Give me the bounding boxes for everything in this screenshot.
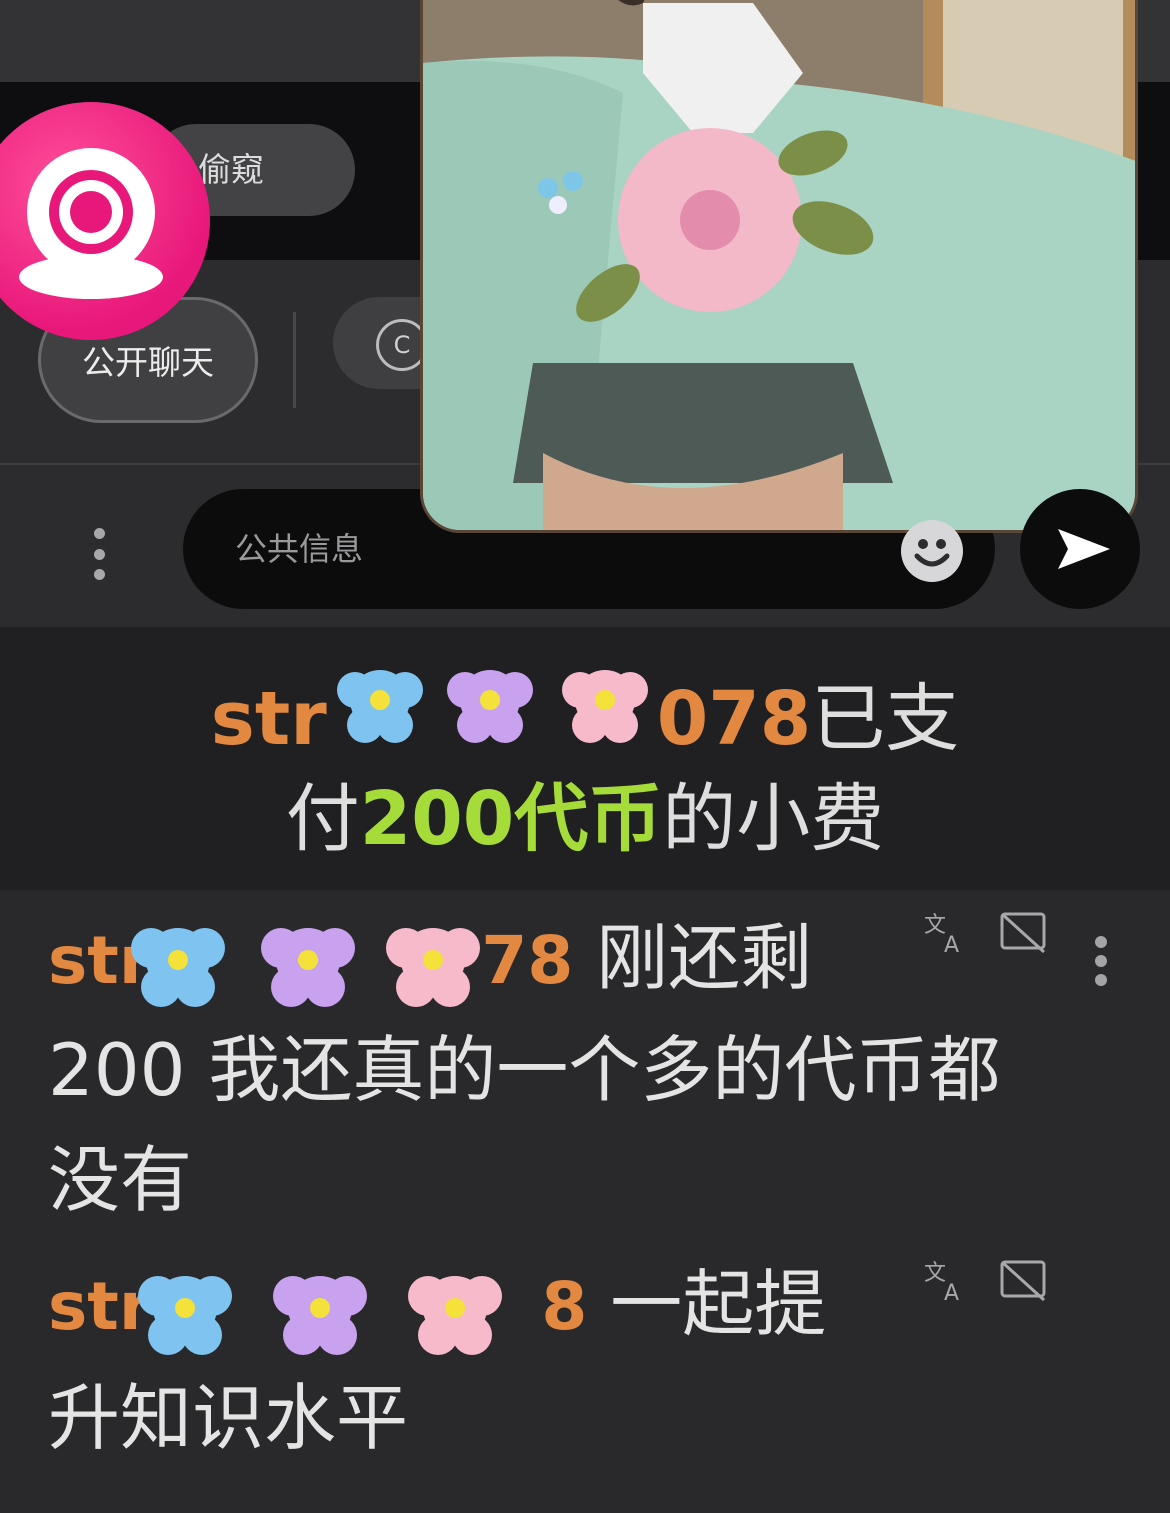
more-options-icon[interactable] [86, 528, 112, 580]
message-text: 一起提 [610, 1262, 827, 1346]
svg-text:A: A [944, 1281, 959, 1306]
tip-line-2: 付200代币的小费 [0, 769, 1170, 869]
message-line: 没有 [48, 1138, 193, 1222]
svg-text:A: A [944, 933, 959, 958]
tip-username-prefix: str [210, 676, 327, 762]
tip-text-end: 的小费 [662, 776, 885, 862]
translate-icon[interactable]: 文 A [922, 908, 972, 958]
tip-amount: 200代币 [359, 776, 663, 862]
translate-icon[interactable]: 文 A [922, 1256, 972, 1306]
video-preview[interactable] [420, 0, 1138, 533]
redaction-sticker [131, 928, 480, 1007]
message-line: 200 我还真的一个多的代币都 [48, 1028, 1001, 1112]
redaction-sticker [138, 1276, 502, 1355]
hide-translation-icon[interactable] [998, 1256, 1048, 1306]
svg-text:文: 文 [924, 1261, 946, 1286]
message-username-suffix: 78 [481, 922, 574, 999]
redaction-sticker [337, 670, 648, 743]
svg-text:文: 文 [924, 913, 946, 938]
tab-public-chat-label: 公开聊天 [82, 343, 214, 382]
message-menu-icon[interactable] [1094, 936, 1108, 986]
tab-separator [293, 312, 296, 408]
message-text: 刚还剩 [596, 916, 813, 1000]
tip-username-suffix: 078 [656, 676, 812, 762]
send-button[interactable] [1020, 489, 1140, 609]
send-icon [1058, 529, 1110, 569]
message-line: 升知识水平 [48, 1376, 409, 1460]
hide-translation-icon[interactable] [998, 908, 1048, 958]
webcam-icon[interactable] [0, 102, 210, 340]
message-username-suffix: 8 [541, 1268, 588, 1345]
tip-text-after-name: 已支 [811, 676, 960, 762]
tip-text-pay: 付 [285, 776, 360, 862]
smiley-icon[interactable] [901, 520, 963, 582]
